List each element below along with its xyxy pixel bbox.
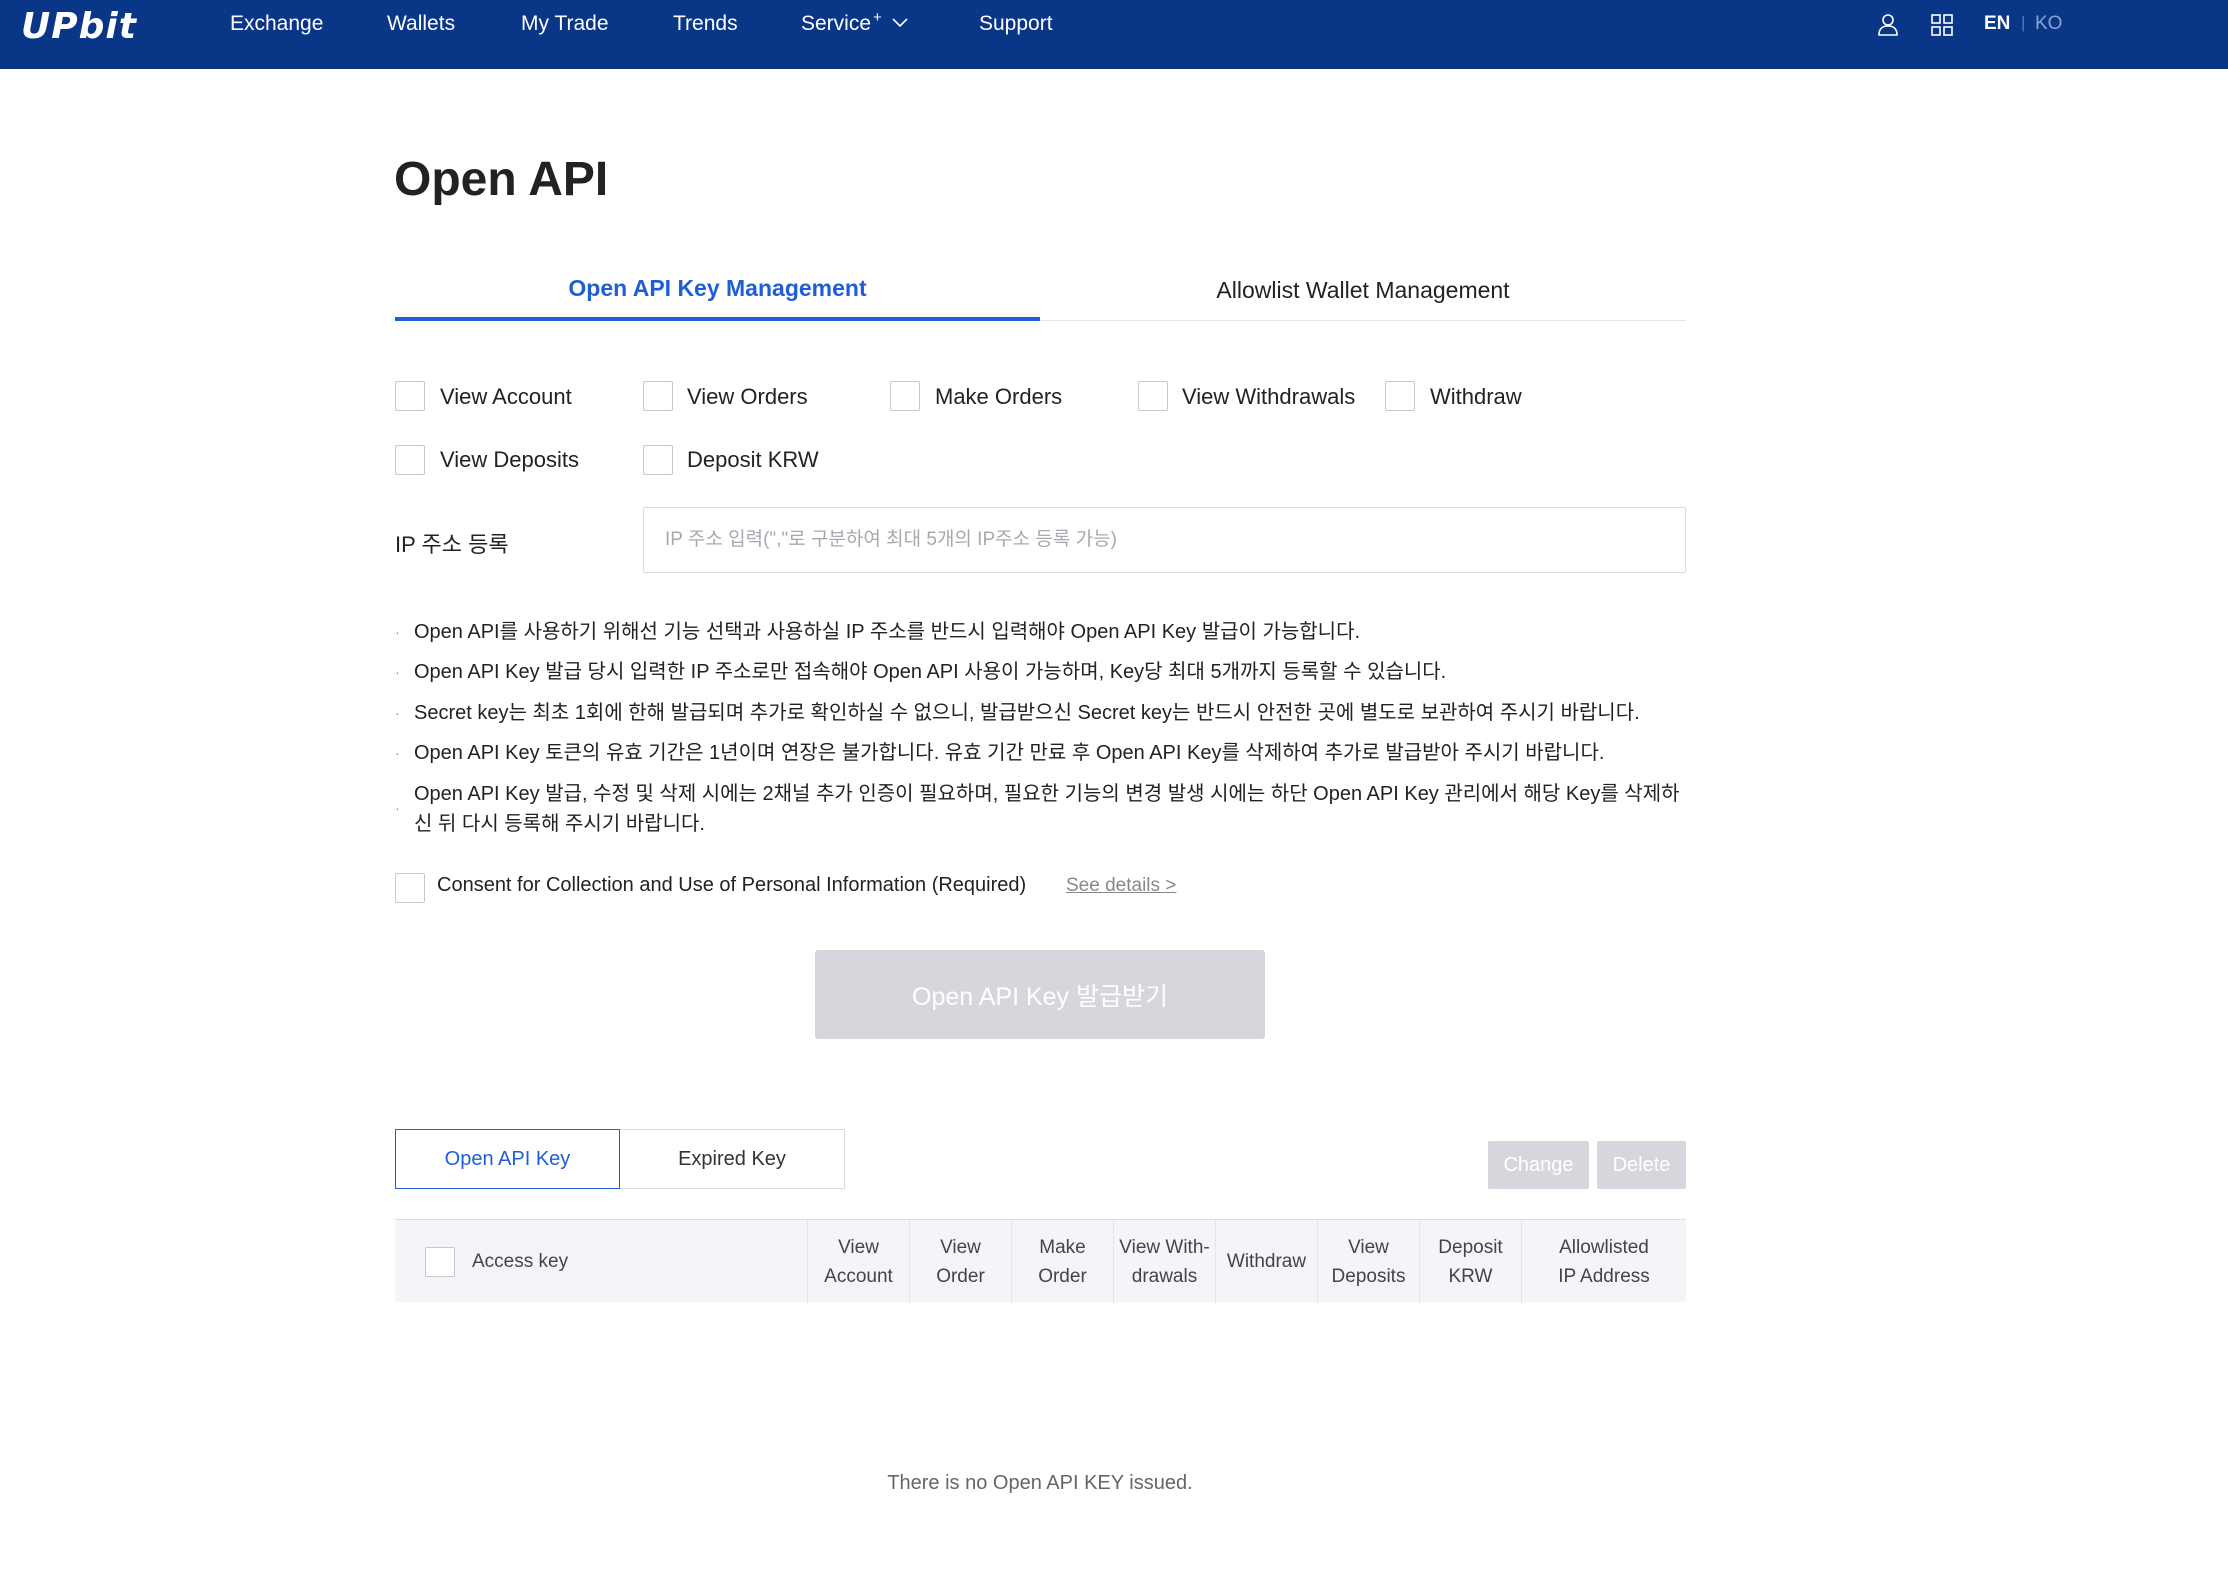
nav-service-plus: +: [873, 9, 882, 26]
empty-state-message: There is no Open API KEY issued.: [887, 1472, 1193, 1494]
label-make-orders: Make Orders: [935, 384, 1063, 409]
label-view-withdrawals: View Withdrawals: [1182, 384, 1356, 409]
notice-bullet: ·: [395, 664, 400, 680]
tab-open-api-key[interactable]: Open API Key: [395, 1129, 620, 1189]
checkbox-withdraw[interactable]: [1385, 381, 1415, 411]
nav-wallets[interactable]: Wallets: [387, 12, 455, 36]
lang-divider: |: [2021, 13, 2026, 32]
nav-my-trade[interactable]: My Trade: [521, 12, 609, 36]
checkbox-consent[interactable]: [395, 873, 425, 903]
lang-en[interactable]: EN: [1984, 13, 2010, 35]
notice-item: Open API Key 토큰의 유효 기간은 1년이며 연장은 불가합니다. …: [414, 742, 1605, 764]
tab-open-api-key-management[interactable]: Open API Key Management: [395, 260, 1040, 321]
nav-service[interactable]: Service +: [801, 9, 908, 36]
th-make-order: Make Order: [1011, 1220, 1113, 1303]
ip-address-input[interactable]: [643, 507, 1686, 573]
upbit-logo[interactable]: UPbit: [21, 6, 137, 47]
checkbox-view-orders[interactable]: [643, 381, 673, 411]
ip-registration-label: IP 주소 등록: [395, 532, 509, 557]
page-title: Open API: [394, 153, 609, 206]
th-view-deposits: View Deposits: [1317, 1220, 1419, 1303]
th-access-key: Access key: [395, 1220, 807, 1303]
consent-label: Consent for Collection and Use of Person…: [437, 874, 1027, 896]
th-view-withdrawals: View With-drawals: [1113, 1220, 1215, 1303]
th-allowlisted-ip: Allowlisted IP Address: [1521, 1220, 1686, 1303]
checkbox-view-deposits[interactable]: [395, 445, 425, 475]
tab-allowlist-wallet-management[interactable]: Allowlist Wallet Management: [1040, 260, 1686, 321]
th-access-key-label: Access key: [472, 1251, 569, 1272]
tab-expired-key[interactable]: Expired Key: [619, 1129, 845, 1189]
checkbox-deposit-krw[interactable]: [643, 445, 673, 475]
user-icon[interactable]: [1875, 12, 1901, 38]
nav-service-label: Service: [801, 12, 872, 35]
th-withdraw: Withdraw: [1215, 1220, 1317, 1303]
api-key-table-header: Access key View Account View Order Make Ord…: [395, 1219, 1686, 1303]
nav-support[interactable]: Support: [979, 12, 1053, 36]
notice-bullet: ·: [395, 624, 400, 640]
th-deposit-krw: Deposit KRW: [1419, 1220, 1521, 1303]
nav-exchange[interactable]: Exchange: [230, 12, 323, 36]
label-withdraw: Withdraw: [1430, 384, 1522, 409]
chevron-down-icon: [892, 10, 908, 34]
label-view-orders: View Orders: [687, 384, 808, 409]
change-button[interactable]: Change: [1488, 1141, 1589, 1189]
checkbox-select-all[interactable]: [425, 1246, 455, 1277]
issue-api-key-button[interactable]: Open API Key 발급받기: [815, 950, 1265, 1039]
delete-button[interactable]: Delete: [1597, 1141, 1686, 1189]
lang-ko[interactable]: KO: [2035, 13, 2062, 35]
notice-item: Open API Key 발급, 수정 및 삭제 시에는 2채널 추가 인증이 …: [414, 783, 1680, 835]
top-navigation-bar: UPbit Exchange Wallets My Trade Trends S…: [0, 0, 2228, 69]
notice-item: Secret key는 최초 1회에 한해 발급되며 추가로 확인하실 수 없으…: [414, 702, 1640, 724]
label-view-deposits: View Deposits: [440, 447, 579, 472]
label-view-account: View Account: [440, 384, 572, 409]
notice-item: Open API를 사용하기 위해선 기능 선택과 사용하실 IP 주소를 반드…: [414, 621, 1361, 643]
checkbox-view-account[interactable]: [395, 381, 425, 411]
label-deposit-krw: Deposit KRW: [687, 447, 819, 472]
notice-bullet: ·: [395, 705, 400, 721]
checkbox-make-orders[interactable]: [890, 381, 920, 411]
nav-trends[interactable]: Trends: [673, 12, 738, 36]
th-view-account: View Account: [807, 1220, 909, 1303]
see-details-link[interactable]: See details >: [1066, 875, 1176, 897]
grid-icon[interactable]: [1929, 12, 1955, 38]
checkbox-view-withdrawals[interactable]: [1138, 381, 1168, 411]
notice-item: Open API Key 발급 당시 입력한 IP 주소로만 접속해야 Open…: [414, 661, 1447, 683]
notice-bullet: ·: [395, 745, 400, 761]
main-tabs: Open API Key Management Allowlist Wallet…: [395, 260, 1686, 321]
th-view-order: View Order: [909, 1220, 1011, 1303]
notice-bullet: ·: [395, 800, 400, 816]
